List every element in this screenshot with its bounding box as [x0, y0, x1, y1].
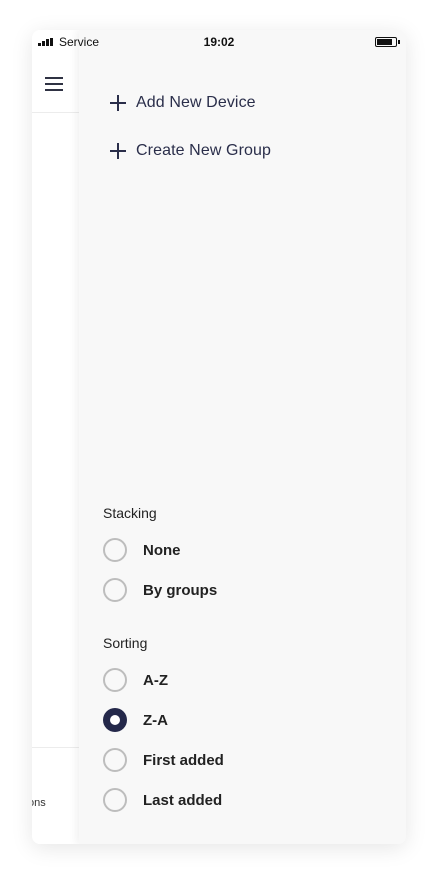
- sorting-option-first-added[interactable]: First added: [103, 748, 224, 772]
- sorting-title: Sorting: [103, 635, 148, 651]
- option-label: By groups: [143, 581, 218, 599]
- plus-icon: [110, 143, 126, 159]
- create-new-group-button[interactable]: Create New Group: [110, 139, 271, 163]
- option-label: First added: [143, 751, 224, 769]
- status-time: 19:02: [203, 35, 235, 49]
- option-label: Last added: [143, 791, 223, 809]
- create-new-group-label: Create New Group: [136, 142, 271, 159]
- status-bar: Service 19:02: [32, 30, 406, 54]
- add-new-device-button[interactable]: Add New Device: [110, 91, 256, 115]
- radio-button[interactable]: [103, 748, 127, 772]
- radio-button[interactable]: [103, 578, 127, 602]
- sorting-option-last-added[interactable]: Last added: [103, 788, 222, 812]
- divider: [32, 747, 79, 748]
- plus-icon: [110, 95, 126, 111]
- sorting-option-z-a[interactable]: Z-A: [103, 708, 168, 732]
- radio-button-selected[interactable]: [103, 708, 127, 732]
- stacking-title: Stacking: [103, 505, 157, 521]
- stacking-option-none[interactable]: None: [103, 538, 181, 562]
- sorting-option-a-z[interactable]: A-Z: [103, 668, 168, 692]
- radio-button[interactable]: [103, 668, 127, 692]
- truncated-tab-label[interactable]: ons: [32, 797, 46, 809]
- options-drawer: Add New Device Create New Group Stacking…: [79, 30, 406, 844]
- stacking-option-by-groups[interactable]: By groups: [103, 578, 217, 602]
- divider: [32, 112, 79, 113]
- option-label: Z-A: [143, 711, 168, 729]
- add-new-device-label: Add New Device: [136, 94, 256, 111]
- phone-screen: Service 19:02 ons Add New Device Create …: [32, 30, 406, 844]
- option-label: A-Z: [143, 671, 168, 689]
- radio-button[interactable]: [103, 538, 127, 562]
- background-page: ons: [32, 30, 79, 844]
- option-label: None: [143, 541, 181, 559]
- hamburger-menu-icon[interactable]: [45, 77, 63, 91]
- battery-icon: [375, 37, 397, 47]
- radio-button[interactable]: [103, 788, 127, 812]
